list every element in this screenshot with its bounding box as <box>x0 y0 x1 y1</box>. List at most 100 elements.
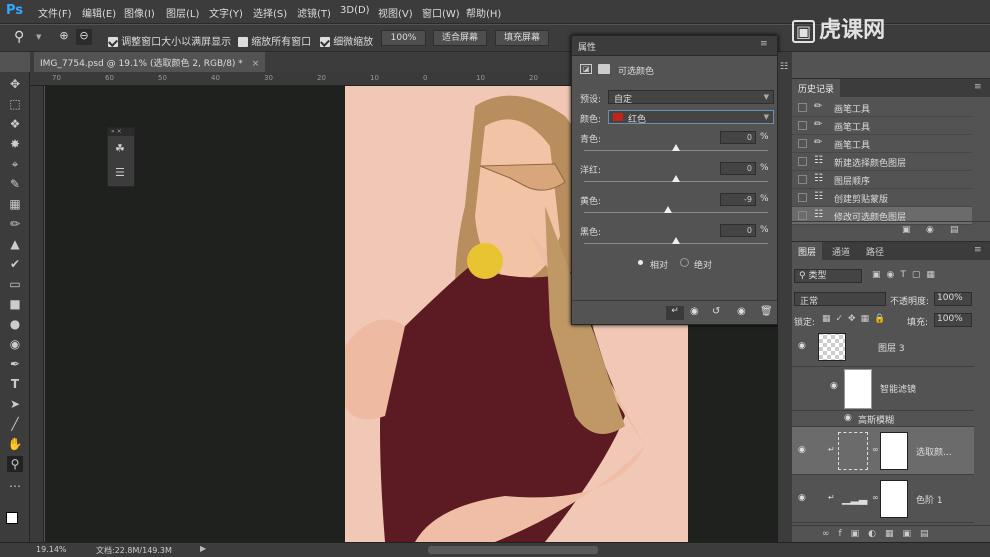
history-tab[interactable]: 历史记录 <box>792 79 841 97</box>
opacity-input[interactable]: 100% <box>934 292 972 306</box>
panel-menu-icon[interactable]: ≡ <box>974 245 982 255</box>
eyedropper-tool-icon[interactable]: ✎ <box>7 176 23 192</box>
pen-tool-icon[interactable]: ✒ <box>7 356 23 372</box>
resize-windows-option[interactable]: 调整窗口大小以满屏显示 <box>108 33 231 48</box>
slider-thumb[interactable] <box>672 175 680 182</box>
view-previous-state-icon[interactable]: ◉ <box>690 306 699 317</box>
fill-screen-button[interactable]: 填充屏幕 <box>495 30 549 46</box>
menu-edit[interactable]: 编辑(E) <box>82 5 116 20</box>
move-tool-icon[interactable]: ✥ <box>7 76 23 92</box>
panel-menu-icon[interactable]: ≡ <box>760 39 768 49</box>
history-source-checkbox[interactable] <box>798 139 807 148</box>
layer-row[interactable]: ◉ 图层 3 <box>792 329 974 367</box>
filter-row[interactable]: ◉ 高斯模糊 <box>792 411 974 427</box>
menu-image[interactable]: 图像(I) <box>124 5 155 20</box>
camera-icon[interactable]: ◉ <box>926 225 934 235</box>
menu-window[interactable]: 窗口(W) <box>422 5 460 20</box>
absolute-radio[interactable] <box>680 258 689 267</box>
horizontal-scrollbar[interactable] <box>428 546 598 554</box>
resize-windows-checkbox[interactable] <box>108 37 118 47</box>
history-source-checkbox[interactable] <box>798 175 807 184</box>
line-tool-icon[interactable]: ╱ <box>7 416 23 432</box>
clip-to-layer-icon[interactable]: ↵ <box>666 306 684 320</box>
eraser-tool-icon[interactable]: ▭ <box>7 276 23 292</box>
document-tab[interactable]: IMG_7754.psd @ 19.1% (选取颜色 2, RGB/8) * × <box>34 52 266 72</box>
preset-select[interactable]: 自定 ▼ <box>608 90 774 105</box>
zoom-all-option[interactable]: 缩放所有窗口 <box>238 33 311 48</box>
paths-tab[interactable]: 路径 <box>860 242 890 260</box>
slider-value-input[interactable]: -9 <box>720 193 756 206</box>
more-tools-icon[interactable]: ⋯ <box>7 478 23 494</box>
close-tab-icon[interactable]: × <box>252 59 260 69</box>
lock-icons[interactable]: ▦✓✥▦🔒 <box>822 314 890 324</box>
brush-tool-icon[interactable]: ✏ <box>7 216 23 232</box>
adjustments-icon[interactable]: ☰ <box>115 166 125 179</box>
channels-tab[interactable]: 通道 <box>826 242 856 260</box>
history-source-checkbox[interactable] <box>798 121 807 130</box>
history-item[interactable]: ☷ 新建选择颜色图层 <box>792 153 972 171</box>
layer-action-icons[interactable]: ∞f▣◐▦▣▤ <box>822 529 938 539</box>
slider-thumb[interactable] <box>672 237 680 244</box>
zoom-100-button[interactable]: 100% <box>381 30 426 46</box>
scrubby-zoom-checkbox[interactable] <box>320 37 330 47</box>
layer-filter-select[interactable]: ⚲ 类型 <box>794 269 862 283</box>
hand-tool-icon[interactable]: ✋ <box>7 436 23 452</box>
visibility-eye-icon[interactable]: ◉ <box>798 493 806 503</box>
crop-tool-icon[interactable]: ⌖ <box>7 156 23 172</box>
marquee-tool-icon[interactable]: ⬚ <box>7 96 23 112</box>
menu-view[interactable]: 视图(V) <box>378 5 413 20</box>
menu-3d[interactable]: 3D(D) <box>340 5 370 16</box>
visibility-eye-icon[interactable]: ◉ <box>830 381 838 391</box>
menu-select[interactable]: 选择(S) <box>253 5 287 20</box>
trash-icon[interactable]: ▤ <box>950 225 959 235</box>
menu-filter[interactable]: 滤镜(T) <box>297 5 331 20</box>
new-document-from-state-icon[interactable]: ▣ <box>902 225 911 235</box>
zoom-tool-icon[interactable]: ⚲ <box>7 456 23 472</box>
zoom-in-icon[interactable]: ⊕ <box>56 29 72 45</box>
lasso-tool-icon[interactable]: ❖ <box>7 116 23 132</box>
history-item[interactable]: ✏ 画笔工具 <box>792 135 972 153</box>
history-source-checkbox[interactable] <box>798 211 807 220</box>
dodge-tool-icon[interactable]: ◉ <box>7 336 23 352</box>
fit-screen-button[interactable]: 适合屏幕 <box>433 30 487 46</box>
history-panel-icon[interactable]: ☷ <box>780 62 788 72</box>
visibility-eye-icon[interactable]: ◉ <box>844 413 852 423</box>
visibility-eye-icon[interactable]: ◉ <box>737 306 746 317</box>
panel-dock-header[interactable]: » × <box>108 128 134 136</box>
gradient-tool-icon[interactable]: ■ <box>7 296 23 312</box>
history-item[interactable]: ✏ 画笔工具 <box>792 117 972 135</box>
slider-value-input[interactable]: 0 <box>720 162 756 175</box>
layer-filter-icons[interactable]: ▣◉T▢▦ <box>872 270 941 280</box>
zoom-level[interactable]: 19.14% <box>36 545 67 554</box>
trash-icon[interactable]: 🗑 <box>760 306 773 317</box>
history-item[interactable]: ☷ 创建剪贴蒙版 <box>792 189 972 207</box>
slider-value-input[interactable]: 0 <box>720 224 756 237</box>
history-source-checkbox[interactable] <box>798 103 807 112</box>
history-item[interactable]: ☷ 图层顺序 <box>792 171 972 189</box>
reset-icon[interactable]: ↺ <box>712 306 720 317</box>
visibility-eye-icon[interactable]: ◉ <box>798 445 806 455</box>
colors-select[interactable]: 红色 ▼ <box>608 110 774 125</box>
menu-help[interactable]: 帮助(H) <box>466 5 501 20</box>
healing-brush-icon[interactable]: ▦ <box>7 196 23 212</box>
zoom-all-checkbox[interactable] <box>238 37 248 47</box>
menu-type[interactable]: 文字(Y) <box>209 5 243 20</box>
slider-track[interactable] <box>584 212 768 213</box>
zoom-tool-icon[interactable]: ⚲ <box>14 29 24 45</box>
visibility-eye-icon[interactable]: ◉ <box>798 341 806 351</box>
slider-value-input[interactable]: 0 <box>720 131 756 144</box>
foreground-color-swatch[interactable] <box>6 512 18 524</box>
smart-filter-row[interactable]: ◉ 智能滤镜 <box>792 367 974 411</box>
zoom-out-icon[interactable]: ⊖ <box>76 29 92 45</box>
history-source-checkbox[interactable] <box>798 157 807 166</box>
type-tool-icon[interactable]: T <box>7 376 23 392</box>
slider-thumb[interactable] <box>663 206 672 213</box>
fill-input[interactable]: 100% <box>934 313 972 327</box>
quick-select-tool-icon[interactable]: ✸ <box>7 136 23 152</box>
menu-layer[interactable]: 图层(L) <box>166 5 199 20</box>
scrubby-zoom-option[interactable]: 细微缩放 <box>320 33 373 48</box>
clone-stamp-icon[interactable]: ▲ <box>7 236 23 252</box>
layers-tab[interactable]: 图层 <box>792 242 823 260</box>
blend-mode-select[interactable]: 正常 <box>794 292 886 307</box>
blur-tool-icon[interactable]: ● <box>7 316 23 332</box>
